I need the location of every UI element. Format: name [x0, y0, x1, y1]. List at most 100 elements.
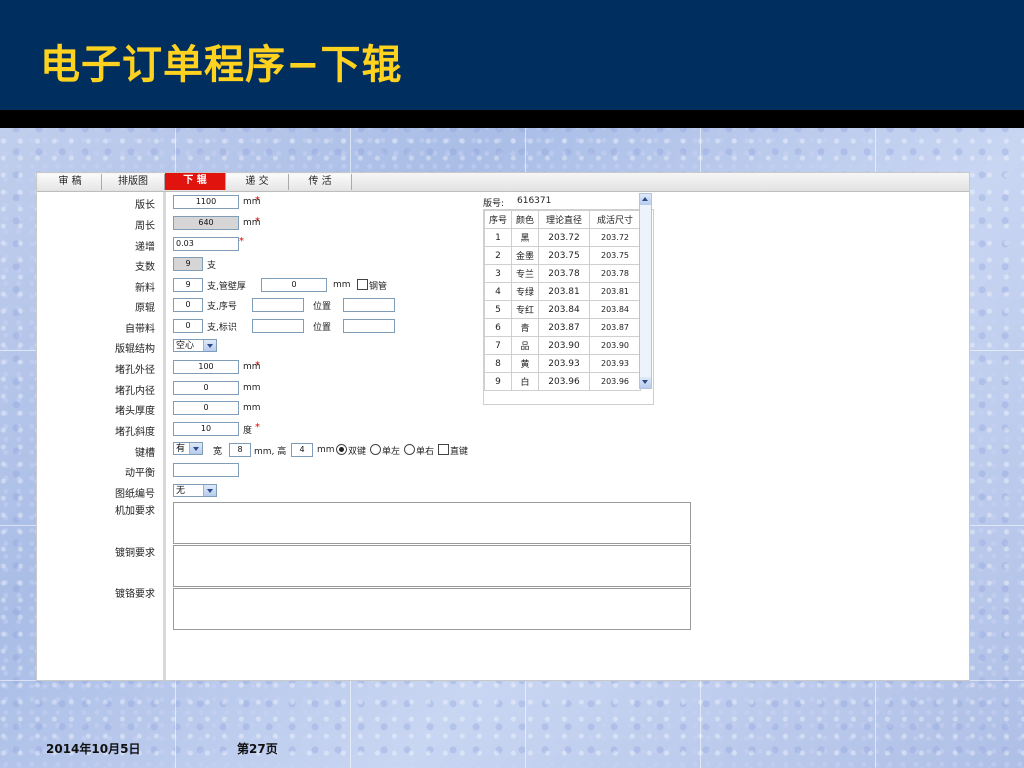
- table-row: 3 专兰 203.78 203.78: [484, 264, 641, 283]
- chevron-down-icon: [189, 443, 202, 454]
- footer-date: 2014年10月5日: [46, 742, 141, 756]
- self-material-position-label: 位置: [313, 323, 332, 333]
- scroll-up-icon[interactable]: [640, 194, 651, 205]
- label-circumference: 周长: [135, 221, 155, 232]
- single-right-radio[interactable]: [404, 444, 415, 455]
- cell-finished-size[interactable]: 203.75: [589, 246, 641, 265]
- cell-finished-size[interactable]: 203.87: [589, 318, 641, 337]
- keyway-height-label: mm, 高: [254, 447, 287, 457]
- table-scrollbar[interactable]: [639, 193, 652, 389]
- cell-serial: 2: [484, 246, 512, 265]
- cell-color: 专兰: [511, 264, 539, 283]
- table-row: 5 专红 203.84 203.84: [484, 300, 641, 319]
- self-material-mark-input[interactable]: [252, 319, 304, 333]
- tab-submit[interactable]: 递 交: [226, 174, 289, 190]
- original-roller-serial-input[interactable]: [252, 298, 304, 312]
- wall-thickness-input[interactable]: 0: [261, 278, 327, 292]
- tab-review[interactable]: 审 稿: [39, 174, 102, 190]
- self-material-position-input[interactable]: [343, 319, 395, 333]
- new-material-suffix: 支,管壁厚: [207, 282, 246, 292]
- cell-color: 青: [511, 318, 539, 337]
- copper-requirements-textarea[interactable]: [173, 545, 691, 587]
- tab-transfer[interactable]: 传 活: [289, 174, 352, 190]
- label-plug-slope: 堵孔斜度: [115, 427, 155, 438]
- label-original-roller: 原辊: [135, 303, 155, 314]
- tab-roller[interactable]: 下 辊: [165, 173, 226, 190]
- original-roller-input[interactable]: 0: [173, 298, 203, 312]
- scroll-down-icon[interactable]: [640, 377, 651, 388]
- chrome-requirements-textarea[interactable]: [173, 588, 691, 630]
- plug-slope-input[interactable]: 10: [173, 422, 239, 436]
- header-theory-diameter: 理论直径: [538, 210, 590, 229]
- cell-finished-size[interactable]: 203.84: [589, 300, 641, 319]
- label-drawing-no: 图纸编号: [115, 489, 155, 500]
- original-roller-position-input[interactable]: [343, 298, 395, 312]
- keyway-height-input[interactable]: 4: [291, 443, 313, 457]
- slide-title: 电子订单程序−下辊: [40, 42, 403, 88]
- slide-title-bar: 电子订单程序−下辊: [0, 0, 1024, 110]
- label-plug-outer: 堵孔外径: [115, 365, 155, 376]
- plug-inner-input[interactable]: 0: [173, 381, 239, 395]
- cell-finished-size[interactable]: 203.78: [589, 264, 641, 283]
- label-copper: 镀铜要求: [115, 548, 155, 559]
- roller-structure-select[interactable]: 空心: [173, 339, 217, 352]
- unit-mm: mm: [333, 280, 351, 290]
- cell-theory-diameter: 203.96: [538, 372, 590, 391]
- single-left-radio[interactable]: [370, 444, 381, 455]
- steel-pipe-checkbox[interactable]: [357, 279, 368, 290]
- cell-serial: 9: [484, 372, 512, 391]
- label-increment: 递增: [135, 242, 155, 253]
- self-material-suffix: 支,标识: [207, 323, 237, 333]
- original-roller-suffix: 支,序号: [207, 302, 237, 312]
- label-count: 支数: [135, 262, 155, 273]
- required-mark: *: [255, 195, 260, 206]
- steel-pipe-label: 钢管: [369, 282, 388, 292]
- required-mark: *: [255, 216, 260, 227]
- order-form-panel: 审 稿 排版图 下 辊 递 交 传 活 版长 周长 递增 支数 新料 原辊 自带…: [36, 172, 970, 681]
- straight-key-label: 直键: [450, 447, 469, 457]
- label-chrome: 镀铬要求: [115, 589, 155, 600]
- cell-finished-size[interactable]: 203.96: [589, 372, 641, 391]
- keyway-width-label: 宽: [213, 447, 223, 457]
- balance-input[interactable]: [173, 463, 239, 477]
- cell-color: 品: [511, 336, 539, 355]
- cell-finished-size[interactable]: 203.93: [589, 354, 641, 373]
- label-new-material: 新料: [135, 283, 155, 294]
- length-input[interactable]: 1100: [173, 195, 239, 209]
- keyway-select[interactable]: 有: [173, 442, 203, 455]
- increment-input[interactable]: 0.03: [173, 237, 239, 251]
- machining-requirements-textarea[interactable]: [173, 502, 691, 544]
- count-input: 9: [173, 257, 203, 271]
- table-row: 6 青 203.87 203.87: [484, 318, 641, 337]
- cell-finished-size[interactable]: 203.81: [589, 282, 641, 301]
- table-row: 2 金墨 203.75 203.75: [484, 246, 641, 265]
- cell-color: 黑: [511, 228, 539, 247]
- new-material-input[interactable]: 9: [173, 278, 203, 292]
- straight-key-checkbox[interactable]: [438, 444, 449, 455]
- roller-table: 序号 颜色 理论直径 成活尺寸 1 黑 203.72 203.72 2 金墨 203.75 2…: [483, 209, 654, 405]
- cell-serial: 3: [484, 264, 512, 283]
- drawing-no-select[interactable]: 无: [173, 484, 217, 497]
- required-mark: *: [239, 236, 244, 247]
- cell-serial: 6: [484, 318, 512, 337]
- keyway-width-input[interactable]: 8: [229, 443, 251, 457]
- table-row: 9 白 203.96 203.96: [484, 372, 641, 391]
- roller-structure-value: 空心: [176, 341, 195, 351]
- cell-serial: 7: [484, 336, 512, 355]
- version-label: 版号:: [483, 199, 505, 209]
- unit-mm: mm: [243, 383, 261, 393]
- header-finished-size: 成活尺寸: [589, 210, 641, 229]
- cell-theory-diameter: 203.78: [538, 264, 590, 283]
- self-material-input[interactable]: 0: [173, 319, 203, 333]
- cell-theory-diameter: 203.90: [538, 336, 590, 355]
- label-plug-inner: 堵孔内径: [115, 386, 155, 397]
- plug-thickness-input[interactable]: 0: [173, 401, 239, 415]
- cell-color: 专绿: [511, 282, 539, 301]
- tab-layout[interactable]: 排版图: [102, 174, 165, 190]
- single-right-label: 单右: [416, 447, 435, 457]
- cell-serial: 5: [484, 300, 512, 319]
- plug-outer-input[interactable]: 100: [173, 360, 239, 374]
- double-key-radio[interactable]: [336, 444, 347, 455]
- cell-finished-size[interactable]: 203.72: [589, 228, 641, 247]
- cell-finished-size[interactable]: 203.90: [589, 336, 641, 355]
